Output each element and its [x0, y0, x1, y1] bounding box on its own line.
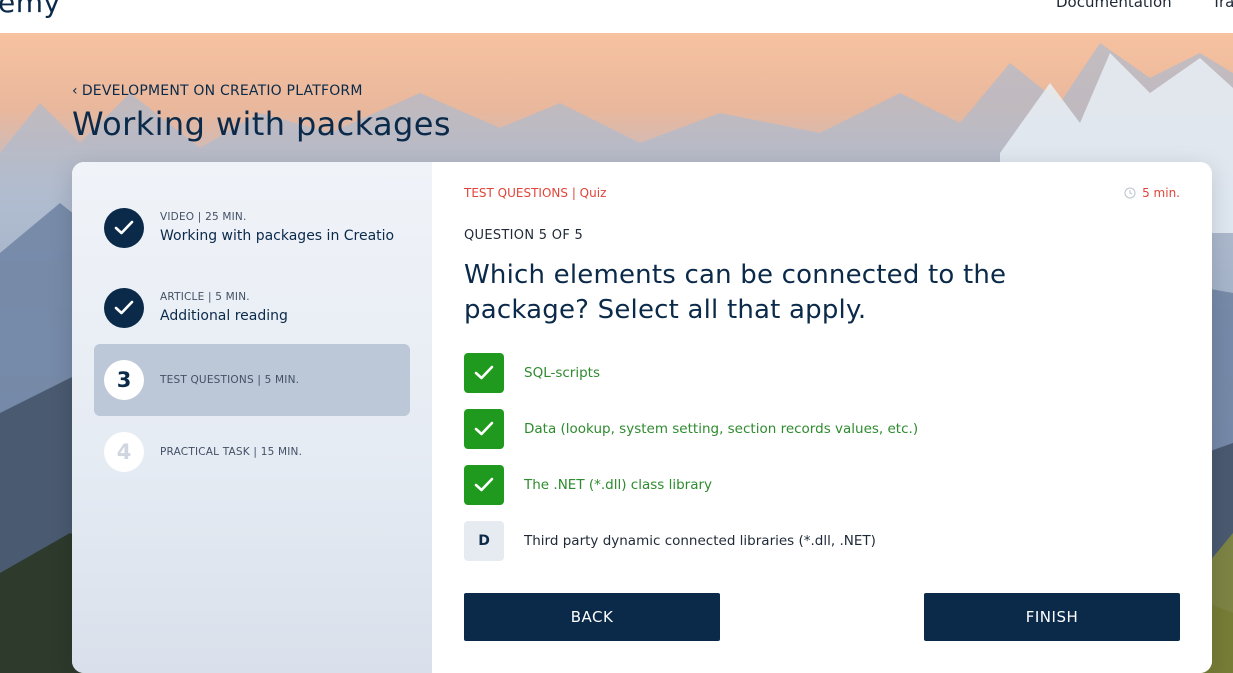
back-button[interactable]: BACK [464, 593, 720, 641]
lesson-steps-sidebar: VIDEO | 25 MIN. Working with packages in… [72, 162, 432, 673]
step-item-practical-task[interactable]: 4 PRACTICAL TASK | 15 MIN. [94, 416, 410, 488]
step-item-test-questions[interactable]: 3 TEST QUESTIONS | 5 MIN. [94, 344, 410, 416]
step-meta: PRACTICAL TASK | 15 MIN. [160, 446, 303, 458]
breadcrumb[interactable]: ‹ DEVELOPMENT ON CREATIO PLATFORM [72, 83, 363, 99]
checkmark-icon [114, 300, 134, 315]
step-meta: ARTICLE | 5 MIN. [160, 291, 250, 303]
question-text: Which elements can be connected to the p… [464, 260, 1007, 325]
checkbox-checked[interactable] [464, 353, 504, 393]
answer-label: SQL-scripts [524, 365, 601, 381]
step-item-video[interactable]: VIDEO | 25 MIN. Working with packages in… [94, 192, 410, 264]
step-number-badge: 4 [104, 432, 144, 472]
nav-link-training[interactable]: Tra [1212, 0, 1233, 11]
breadcrumb-label: DEVELOPMENT ON CREATIO PLATFORM [81, 83, 363, 99]
step-meta: VIDEO | 25 MIN. [160, 211, 247, 223]
chevron-left-icon: ‹ [72, 83, 78, 99]
step-meta: TEST QUESTIONS | 5 MIN. [160, 374, 300, 386]
checkmark-icon [474, 421, 494, 436]
step-completed-badge [104, 288, 144, 328]
checkbox-checked[interactable] [464, 465, 504, 505]
answer-label: Data (lookup, system setting, section re… [524, 421, 919, 437]
checkmark-icon [474, 365, 494, 380]
option-letter-d[interactable]: D [464, 521, 504, 561]
answer-label: The .NET (*.dll) class library [524, 477, 713, 493]
page-title: Working with packages [72, 105, 451, 143]
answer-option-a[interactable]: SQL-scripts [464, 353, 600, 393]
duration-indicator: 5 min. [1124, 186, 1180, 200]
lesson-card: VIDEO | 25 MIN. Working with packages in… [72, 162, 1212, 673]
checkbox-checked[interactable] [464, 409, 504, 449]
question-counter: QUESTION 5 OF 5 [464, 228, 584, 243]
step-title: Additional reading [160, 308, 288, 324]
answer-label: Third party dynamic connected libraries … [524, 533, 876, 549]
step-completed-badge [104, 208, 144, 248]
step-item-article[interactable]: ARTICLE | 5 MIN. Additional reading [94, 272, 410, 344]
checkmark-icon [114, 220, 134, 235]
quiz-type-label: TEST QUESTIONS | Quiz [464, 186, 607, 200]
finish-button[interactable]: FINISH [924, 593, 1180, 641]
answer-option-c[interactable]: The .NET (*.dll) class library [464, 465, 712, 505]
hero-background: ‹ DEVELOPMENT ON CREATIO PLATFORM Workin… [0, 33, 1233, 673]
nav-link-documentation[interactable]: Documentation [1056, 0, 1172, 11]
clock-icon [1124, 187, 1136, 199]
duration-text: 5 min. [1142, 186, 1180, 200]
step-title: Working with packages in Creatio [160, 228, 395, 244]
top-navigation-bar: emy Documentation Tra [0, 0, 1233, 34]
checkmark-icon [474, 477, 494, 492]
site-logo[interactable]: emy [0, 0, 61, 19]
step-number-badge: 3 [104, 360, 144, 400]
quiz-panel: TEST QUESTIONS | Quiz 5 min. QUESTION 5 … [432, 162, 1212, 673]
answer-option-d[interactable]: D Third party dynamic connected librarie… [464, 521, 876, 561]
answer-option-b[interactable]: Data (lookup, system setting, section re… [464, 409, 918, 449]
